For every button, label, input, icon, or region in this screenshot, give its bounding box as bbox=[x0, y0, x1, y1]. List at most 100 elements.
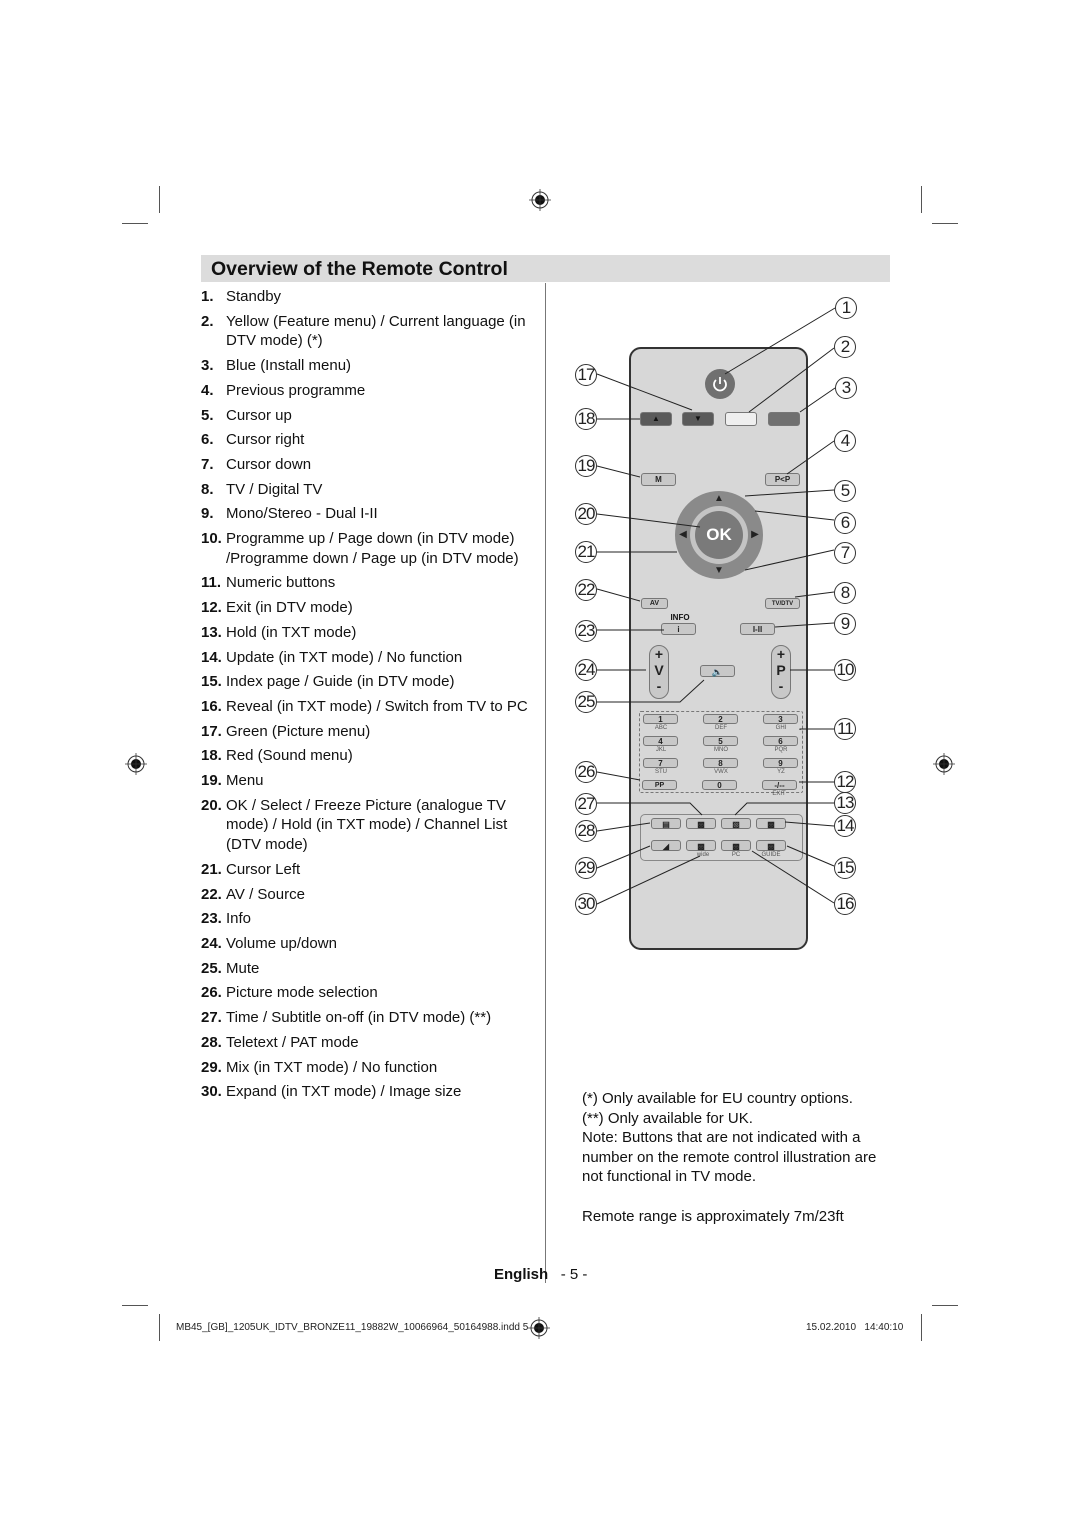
exit-button[interactable]: -/-- bbox=[762, 780, 797, 790]
mix-button[interactable]: ◢ bbox=[651, 840, 681, 851]
yellow-button[interactable] bbox=[725, 412, 757, 426]
dpad-left-button[interactable]: ◀ bbox=[676, 527, 690, 543]
exit-label: EXIT bbox=[772, 791, 786, 797]
guide-label: GUIDE bbox=[761, 852, 781, 858]
function-number: 7. bbox=[201, 455, 214, 473]
zero-button[interactable]: 0 bbox=[702, 780, 737, 790]
digit-button[interactable]: 1 bbox=[643, 714, 678, 724]
footer-page-number: - 5 - bbox=[560, 1266, 588, 1283]
function-item: 10. Programme up / Page down (in DTV mode… bbox=[201, 529, 541, 568]
dpad-right-button[interactable]: ▶ bbox=[748, 527, 762, 543]
page-footer: English - 5 - bbox=[494, 1266, 587, 1283]
function-item: 23. Info bbox=[201, 909, 541, 929]
note-range: Remote range is approximately 7m/23ft bbox=[582, 1207, 844, 1225]
previous-programme-button[interactable]: P<P bbox=[765, 473, 800, 486]
callout-number: 18 bbox=[575, 408, 597, 430]
digit-letters: JKL bbox=[655, 747, 667, 753]
programme-rocker[interactable]: + P - bbox=[771, 645, 791, 699]
crop-mark bbox=[921, 1314, 922, 1341]
digit-letters: STU bbox=[655, 769, 667, 775]
callout-number: 22 bbox=[575, 579, 597, 601]
menu-button[interactable]: M bbox=[641, 473, 676, 486]
function-item: 19. Menu bbox=[201, 771, 541, 791]
function-description: Blue (Install menu) bbox=[226, 357, 352, 375]
function-number: 2. bbox=[201, 312, 214, 330]
dual-mono-stereo-button[interactable]: I-II bbox=[740, 623, 775, 635]
digit-button[interactable]: 5 bbox=[703, 736, 738, 746]
function-number: 16. bbox=[201, 697, 222, 715]
teletext-button[interactable]: ▤ bbox=[651, 818, 681, 829]
function-item: 24. Volume up/down bbox=[201, 934, 541, 954]
registration-mark-icon bbox=[528, 1317, 550, 1339]
mute-button[interactable]: 🔈 bbox=[700, 665, 735, 677]
function-item: 26. Picture mode selection bbox=[201, 983, 541, 1003]
index-guide-button[interactable]: ▩ bbox=[756, 840, 786, 851]
volume-down-label: - bbox=[656, 678, 662, 694]
function-item: 2. Yellow (Feature menu) / Current langua… bbox=[201, 312, 541, 351]
callout-number: 21 bbox=[575, 541, 597, 563]
red-button[interactable]: ▲ bbox=[640, 412, 672, 426]
digit-button[interactable]: 7 bbox=[643, 758, 678, 768]
crop-mark bbox=[159, 186, 160, 213]
function-number: 10. bbox=[201, 530, 222, 548]
page-title: Overview of the Remote Control bbox=[211, 258, 508, 280]
callout-number: 1 bbox=[835, 297, 857, 319]
function-item: 12. Exit (in DTV mode) bbox=[201, 598, 541, 618]
teletext-icon: ▤ bbox=[662, 820, 670, 829]
reveal-pc-button[interactable]: ▩ bbox=[721, 840, 751, 851]
function-description: Volume up/down bbox=[226, 934, 337, 952]
mix-icon: ◢ bbox=[662, 842, 670, 851]
function-number: 9. bbox=[201, 505, 214, 523]
hold-button[interactable]: ▧ bbox=[721, 818, 751, 829]
volume-rocker[interactable]: + V - bbox=[649, 645, 669, 699]
expand-button[interactable]: ▩ bbox=[686, 840, 716, 851]
function-item: 21. Cursor Left bbox=[201, 860, 541, 880]
function-description: Mix (in TXT mode) / No function bbox=[226, 1058, 438, 1076]
digit-button[interactable]: 9 bbox=[763, 758, 798, 768]
crop-mark bbox=[932, 223, 958, 224]
digit-button[interactable]: 2 bbox=[703, 714, 738, 724]
blue-button[interactable] bbox=[768, 412, 800, 426]
function-number: 22. bbox=[201, 885, 222, 903]
ok-button[interactable]: OK bbox=[695, 511, 743, 559]
function-item: 22. AV / Source bbox=[201, 885, 541, 905]
callout-number: 23 bbox=[575, 620, 597, 642]
pc-label: PC bbox=[731, 852, 741, 858]
function-description: Cursor down bbox=[226, 455, 312, 473]
crop-mark bbox=[122, 1305, 148, 1306]
digit-button[interactable]: 4 bbox=[643, 736, 678, 746]
function-number: 3. bbox=[201, 357, 214, 375]
function-item: 27. Time / Subtitle on-off (in DTV mode) … bbox=[201, 1008, 541, 1028]
note-eu: (*) Only available for EU country option… bbox=[582, 1090, 853, 1107]
programme-up-label: + bbox=[776, 646, 786, 662]
digit-button[interactable]: 6 bbox=[763, 736, 798, 746]
function-number: 23. bbox=[201, 910, 222, 928]
subtitle-icon: ▩ bbox=[697, 820, 705, 829]
digit-letters: DEF bbox=[715, 725, 727, 731]
dpad-up-button[interactable]: ▲ bbox=[711, 491, 727, 507]
callout-number: 12 bbox=[834, 771, 856, 793]
time-subtitle-button[interactable]: ▩ bbox=[686, 818, 716, 829]
function-number: 17. bbox=[201, 722, 222, 740]
function-description: Red (Sound menu) bbox=[226, 747, 353, 765]
digit-button[interactable]: 3 bbox=[763, 714, 798, 724]
tv-dtv-button[interactable]: TV/DTV bbox=[765, 598, 800, 609]
function-number: 8. bbox=[201, 480, 214, 498]
digit-button[interactable]: 8 bbox=[703, 758, 738, 768]
standby-button[interactable] bbox=[705, 369, 735, 399]
function-number: 4. bbox=[201, 381, 214, 399]
green-button[interactable]: ▼ bbox=[682, 412, 714, 426]
function-item: 15. Index page / Guide (in DTV mode) bbox=[201, 672, 541, 692]
dpad-down-button[interactable]: ▼ bbox=[711, 563, 727, 579]
note-uk: (**) Only available for UK. bbox=[582, 1109, 753, 1127]
callout-number: 2 bbox=[834, 336, 856, 358]
update-button[interactable]: ▩ bbox=[756, 818, 786, 829]
volume-up-label: + bbox=[654, 646, 664, 662]
picture-mode-button[interactable]: PP bbox=[642, 780, 677, 790]
av-source-button[interactable]: AV bbox=[641, 598, 668, 609]
callout-number: 25 bbox=[575, 691, 597, 713]
info-button[interactable]: i bbox=[661, 623, 696, 635]
function-description: Reveal (in TXT mode) / Switch from TV to… bbox=[226, 697, 528, 715]
callout-number: 10 bbox=[834, 659, 856, 681]
info-label: INFO bbox=[670, 613, 690, 622]
